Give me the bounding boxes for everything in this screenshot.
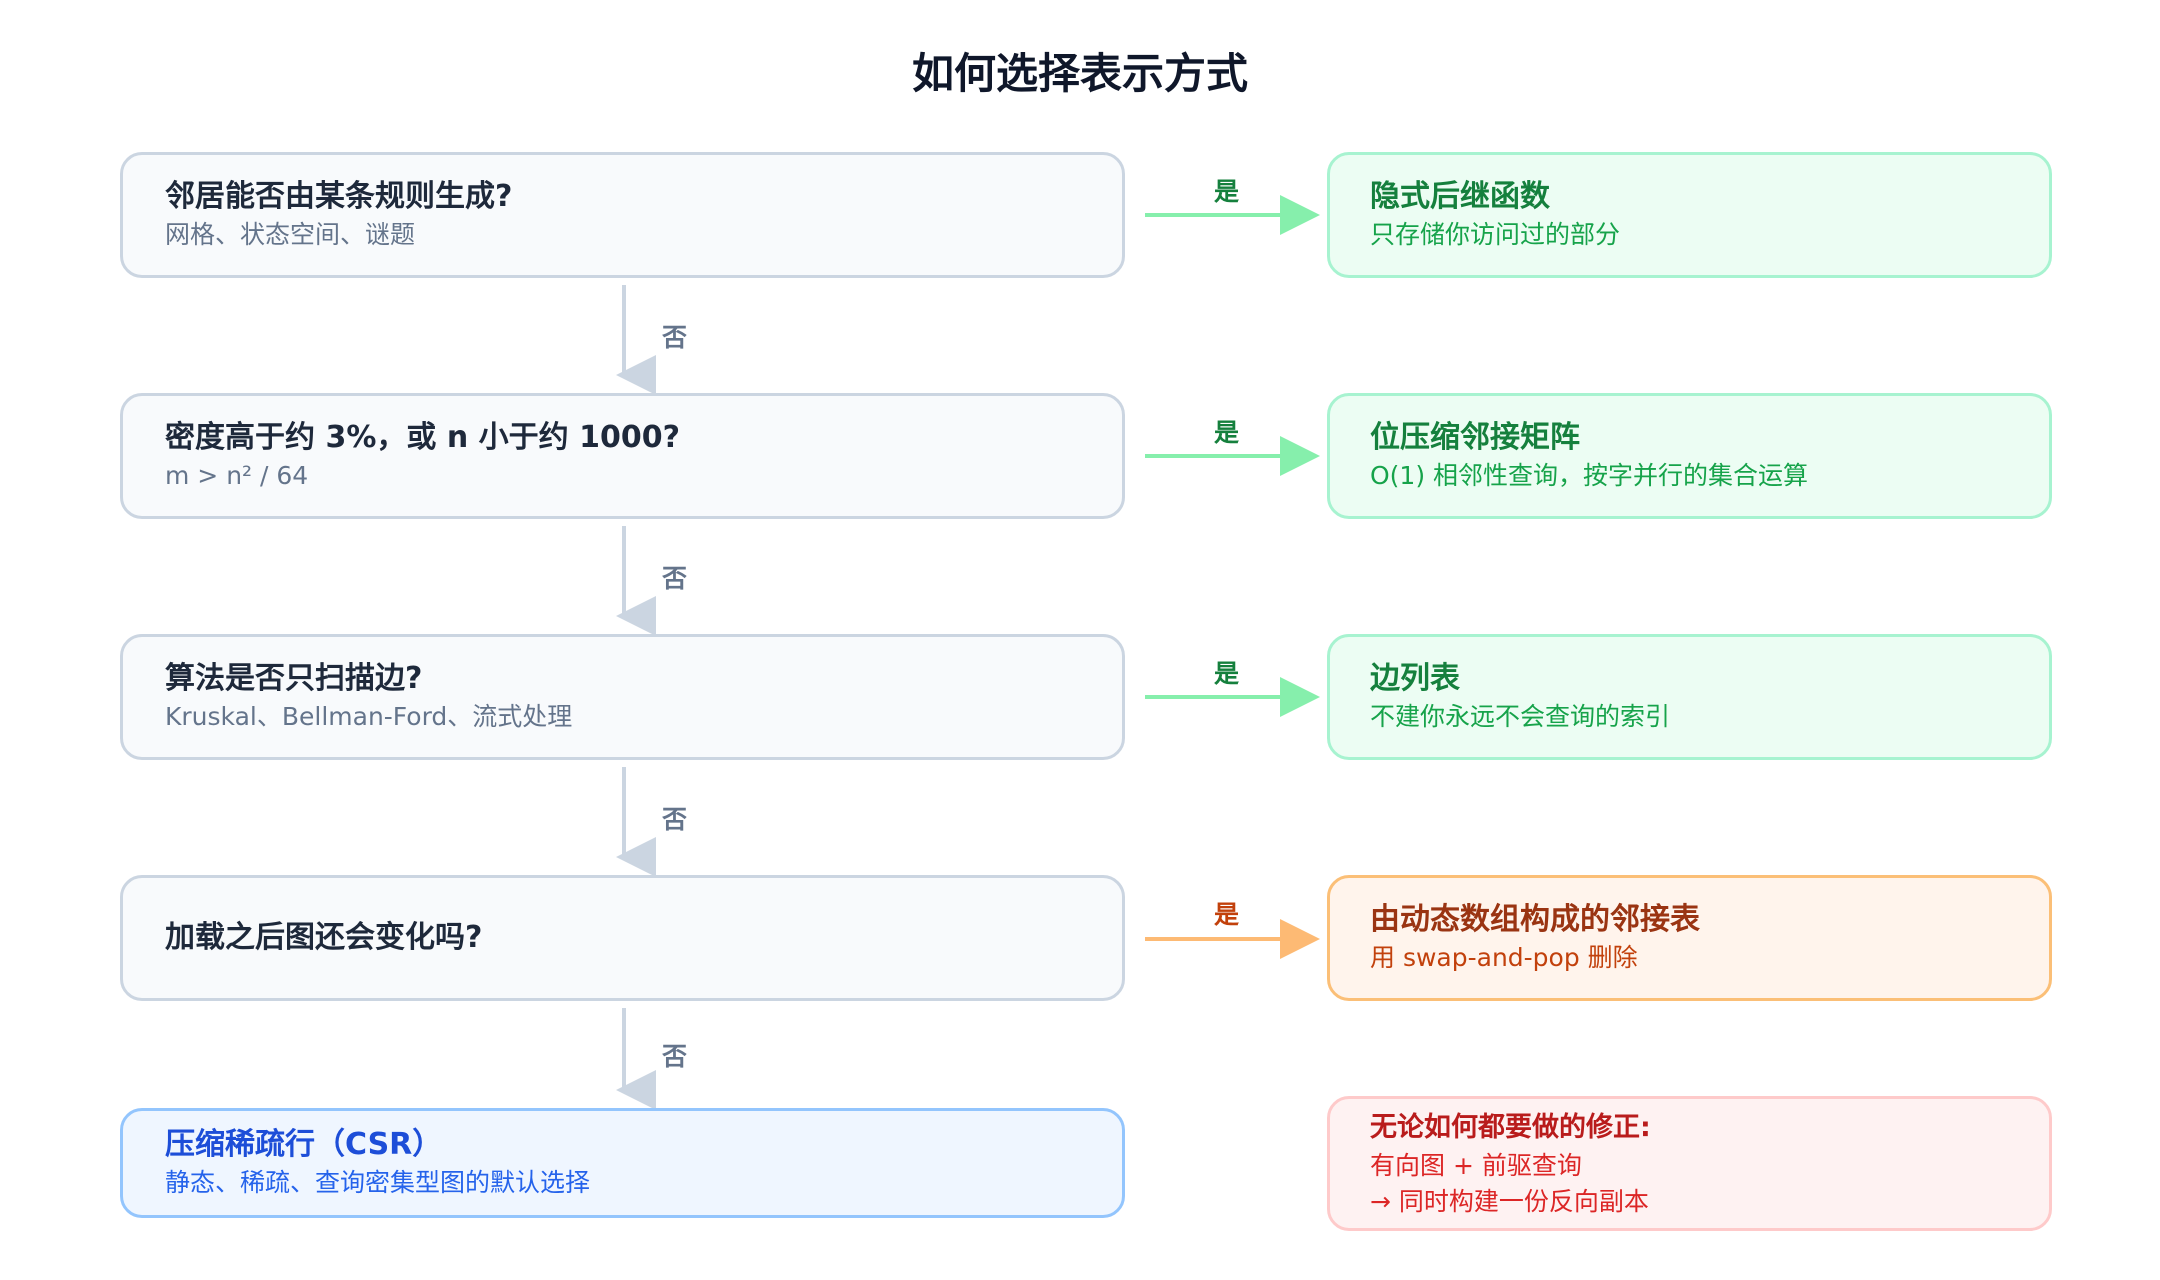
default-subtitle: 静态、稀疏、查询密集型图的默认选择 bbox=[165, 1168, 591, 1197]
no-label-3: 否 bbox=[662, 805, 688, 834]
question-subtitle: Kruskal、Bellman-Ford、流式处理 bbox=[165, 702, 573, 731]
answer-title: 由动态数组构成的邻接表 bbox=[1370, 902, 1700, 937]
answer-box-edgelist: 边列表 不建你永远不会查询的索引 bbox=[1327, 634, 2052, 760]
answer-title: 边列表 bbox=[1370, 661, 1460, 696]
question-subtitle: 网格、状态空间、谜题 bbox=[165, 220, 416, 249]
question-title: 邻居能否由某条规则生成? bbox=[165, 179, 513, 214]
default-title: 压缩稀疏行（CSR） bbox=[165, 1127, 443, 1162]
note-line-1: 有向图 + 前驱查询 bbox=[1370, 1150, 1582, 1180]
question-title: 加载之后图还会变化吗? bbox=[165, 920, 483, 955]
answer-subtitle: O(1) 相邻性查询，按字并行的集合运算 bbox=[1370, 461, 1809, 490]
question-title: 密度高于约 3%，或 n 小于约 1000? bbox=[165, 420, 680, 455]
answer-subtitle: 用 swap-and-pop 删除 bbox=[1370, 943, 1638, 972]
answer-title: 隐式后继函数 bbox=[1370, 179, 1550, 214]
question-box-4: 加载之后图还会变化吗? bbox=[120, 875, 1125, 1001]
question-box-1: 邻居能否由某条规则生成? 网格、状态空间、谜题 bbox=[120, 152, 1125, 278]
question-box-2: 密度高于约 3%，或 n 小于约 1000? m > n² / 64 bbox=[120, 393, 1125, 519]
no-label-2: 否 bbox=[662, 564, 688, 593]
answer-subtitle: 只存储你访问过的部分 bbox=[1370, 220, 1621, 249]
yes-label-1: 是 bbox=[1214, 177, 1240, 206]
note-line-2: → 同时构建一份反向副本 bbox=[1370, 1186, 1649, 1216]
no-label-1: 否 bbox=[662, 323, 688, 352]
answer-box-bitmatrix: 位压缩邻接矩阵 O(1) 相邻性查询，按字并行的集合运算 bbox=[1327, 393, 2052, 519]
answer-title: 位压缩邻接矩阵 bbox=[1370, 420, 1580, 455]
yes-label-2: 是 bbox=[1214, 418, 1240, 447]
note-box: 无论如何都要做的修正: 有向图 + 前驱查询 → 同时构建一份反向副本 bbox=[1327, 1096, 2052, 1231]
yes-label-4: 是 bbox=[1214, 900, 1240, 929]
answer-box-adjlist: 由动态数组构成的邻接表 用 swap-and-pop 删除 bbox=[1327, 875, 2052, 1001]
no-label-4: 否 bbox=[662, 1042, 688, 1071]
question-box-3: 算法是否只扫描边? Kruskal、Bellman-Ford、流式处理 bbox=[120, 634, 1125, 760]
yes-label-3: 是 bbox=[1214, 659, 1240, 688]
answer-box-implicit: 隐式后继函数 只存储你访问过的部分 bbox=[1327, 152, 2052, 278]
question-subtitle: m > n² / 64 bbox=[165, 461, 309, 490]
default-box-csr: 压缩稀疏行（CSR） 静态、稀疏、查询密集型图的默认选择 bbox=[120, 1108, 1125, 1218]
note-title: 无论如何都要做的修正: bbox=[1370, 1111, 1651, 1143]
answer-subtitle: 不建你永远不会查询的索引 bbox=[1370, 702, 1671, 731]
question-title: 算法是否只扫描边? bbox=[165, 661, 423, 696]
